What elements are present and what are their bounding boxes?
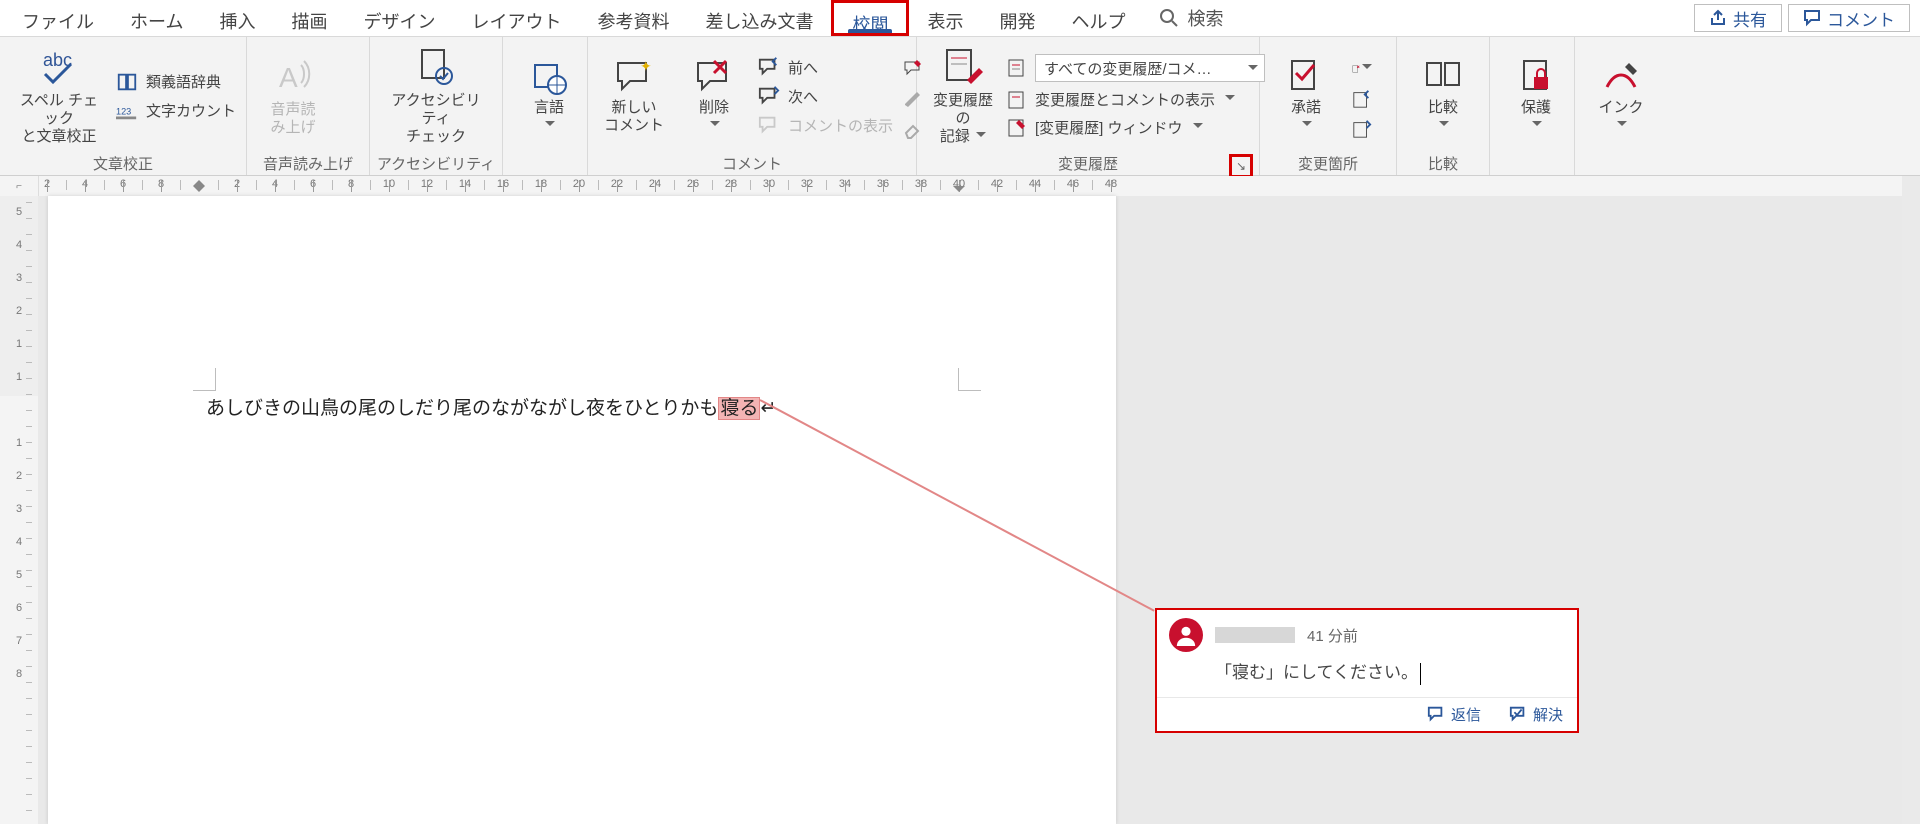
resolve-icon bbox=[1509, 705, 1527, 723]
group-label-compare: 比較 bbox=[1428, 156, 1458, 173]
margin-corner-tl bbox=[193, 368, 216, 391]
word-count-button[interactable]: 123 文字カウント bbox=[112, 98, 240, 124]
svg-text:123: 123 bbox=[116, 106, 131, 116]
protect-icon bbox=[1516, 57, 1556, 97]
svg-text:✦: ✦ bbox=[640, 58, 652, 74]
reject-change-button[interactable] bbox=[1352, 59, 1372, 79]
read-aloud-icon: A bbox=[271, 55, 315, 99]
thesaurus-icon bbox=[116, 71, 138, 93]
protect-button[interactable]: 保護 bbox=[1496, 53, 1576, 139]
compare-icon bbox=[1423, 57, 1463, 97]
margin-corner-tr bbox=[958, 368, 981, 391]
comment-icon bbox=[1803, 9, 1821, 27]
ink-button[interactable]: インク bbox=[1581, 53, 1661, 139]
group-label-accessibility: アクセシビリティ bbox=[377, 156, 495, 173]
page: あしびきの山鳥の尾のしだり尾のながながし夜をひとりかも寝る↵ bbox=[48, 196, 1116, 824]
thesaurus-button[interactable]: 類義語辞典 bbox=[112, 69, 240, 95]
new-comment-button[interactable]: ✦ 新しいコメント bbox=[594, 53, 674, 139]
ribbon: abc スペル チェックと文章校正 類義語辞典 123 文字カウント 文章校正 … bbox=[0, 37, 1920, 176]
paragraph[interactable]: あしびきの山鳥の尾のしだり尾のながながし夜をひとりかも寝る↵ bbox=[206, 393, 776, 420]
resolve-button[interactable]: 解決 bbox=[1509, 704, 1563, 725]
tab-help[interactable]: ヘルプ bbox=[1053, 0, 1143, 36]
document-canvas[interactable]: あしびきの山鳥の尾のしだり尾のながながし夜をひとりかも寝る↵ 41 分前 「寝む… bbox=[38, 196, 1902, 824]
scrollbar-vertical-track-top[interactable] bbox=[1902, 176, 1920, 196]
comment-text[interactable]: 「寝む」にしてください。 bbox=[1157, 652, 1577, 697]
tab-home[interactable]: ホーム bbox=[112, 0, 201, 36]
spellcheck-button[interactable]: abc スペル チェックと文章校正 bbox=[6, 42, 112, 150]
horizontal-ruler-row: ⌐ 86422468101214161820222426283032343638… bbox=[0, 176, 1920, 196]
horizontal-ruler[interactable]: 8642246810121416182022242628303234363840… bbox=[39, 176, 1559, 196]
next-change-button[interactable] bbox=[1352, 119, 1372, 139]
commented-range[interactable]: 寝る bbox=[718, 397, 760, 420]
body-text: あしびきの山鳥の尾のしだり尾のながながし夜をひとりかも bbox=[206, 398, 718, 419]
show-comments-icon bbox=[758, 114, 780, 136]
vertical-ruler[interactable]: 54321112345678 bbox=[0, 196, 38, 824]
group-label-comments: コメント bbox=[722, 156, 782, 173]
show-markup-button[interactable]: 変更履歴とコメントの表示 bbox=[1003, 87, 1269, 112]
read-aloud-button: A 音声読み上げ bbox=[253, 51, 333, 141]
reviewing-pane-icon bbox=[1007, 118, 1027, 138]
tab-insert[interactable]: 挿入 bbox=[201, 0, 273, 36]
reply-button[interactable]: 返信 bbox=[1427, 704, 1481, 725]
next-comment-button[interactable]: 次へ bbox=[754, 83, 897, 109]
reviewing-pane-button[interactable]: [変更履歴] ウィンドウ bbox=[1003, 115, 1269, 140]
group-label-proofing: 文章校正 bbox=[93, 156, 153, 173]
tab-design[interactable]: デザイン bbox=[345, 0, 453, 36]
tracking-dialog-launcher[interactable]: ↘ bbox=[1229, 154, 1253, 178]
language-button[interactable]: 言語 bbox=[509, 53, 589, 139]
group-label-changes: 変更箇所 bbox=[1298, 156, 1358, 173]
tab-layout[interactable]: レイアウト bbox=[453, 0, 579, 36]
accessibility-icon bbox=[414, 46, 458, 90]
track-changes-icon bbox=[941, 46, 985, 90]
scrollbar-vertical[interactable] bbox=[1902, 196, 1920, 824]
group-label-tracking: 変更履歴 bbox=[1058, 156, 1118, 173]
tab-draw[interactable]: 描画 bbox=[273, 0, 345, 36]
tab-mailings[interactable]: 差し込み文書 bbox=[687, 0, 831, 36]
accessibility-check-button[interactable]: アクセシビリティチェック bbox=[376, 42, 496, 150]
share-icon bbox=[1709, 9, 1727, 27]
tab-review[interactable]: 校閲 bbox=[831, 0, 909, 36]
prev-comment-icon bbox=[758, 56, 780, 78]
comment-timestamp: 41 分前 bbox=[1307, 625, 1358, 646]
comment-card[interactable]: 41 分前 「寝む」にしてください。 返信 解決 bbox=[1155, 608, 1579, 733]
tab-references[interactable]: 参考資料 bbox=[579, 0, 687, 36]
accept-icon bbox=[1286, 57, 1326, 97]
next-comment-icon bbox=[758, 85, 780, 107]
previous-comment-button[interactable]: 前へ bbox=[754, 54, 897, 80]
person-icon bbox=[1175, 624, 1197, 646]
avatar bbox=[1169, 618, 1203, 652]
track-changes-button[interactable]: 変更履歴の記録 bbox=[923, 42, 1003, 150]
tell-me-search[interactable]: 検索 bbox=[1143, 0, 1239, 36]
new-comment-icon: ✦ bbox=[614, 57, 654, 97]
ink-icon bbox=[1601, 57, 1641, 97]
ruler-corner: ⌐ bbox=[0, 176, 39, 196]
delete-comment-icon bbox=[694, 57, 734, 97]
reply-icon bbox=[1427, 705, 1445, 723]
show-markup-icon bbox=[1007, 90, 1027, 110]
search-label: 検索 bbox=[1187, 5, 1223, 31]
tab-file[interactable]: ファイル bbox=[4, 0, 112, 36]
search-icon bbox=[1159, 8, 1179, 28]
compare-button[interactable]: 比較 bbox=[1403, 53, 1483, 139]
wordcount-icon: 123 bbox=[116, 100, 138, 122]
delete-comment-button[interactable]: 削除 bbox=[674, 53, 754, 139]
markup-display-icon bbox=[1007, 58, 1027, 78]
previous-change-button[interactable] bbox=[1352, 89, 1372, 109]
display-for-review-dropdown[interactable]: すべての変更履歴/コメ… bbox=[1003, 52, 1269, 84]
svg-text:A: A bbox=[279, 62, 298, 93]
language-icon bbox=[529, 57, 569, 97]
author-name-redacted bbox=[1215, 627, 1295, 643]
group-label-speech: 音声読み上げ bbox=[263, 156, 353, 173]
share-button[interactable]: 共有 bbox=[1694, 4, 1782, 32]
tab-view[interactable]: 表示 bbox=[909, 0, 981, 36]
tab-developer[interactable]: 開発 bbox=[981, 0, 1053, 36]
accept-change-button[interactable]: 承諾 bbox=[1266, 53, 1346, 139]
ribbon-tab-bar: ファイル ホーム 挿入 描画 デザイン レイアウト 参考資料 差し込み文書 校閲… bbox=[0, 0, 1920, 37]
show-comments-button: コメントの表示 bbox=[754, 112, 897, 138]
spellcheck-icon: abc bbox=[37, 46, 81, 90]
comments-button[interactable]: コメント bbox=[1788, 4, 1910, 32]
text-cursor bbox=[1420, 663, 1421, 685]
